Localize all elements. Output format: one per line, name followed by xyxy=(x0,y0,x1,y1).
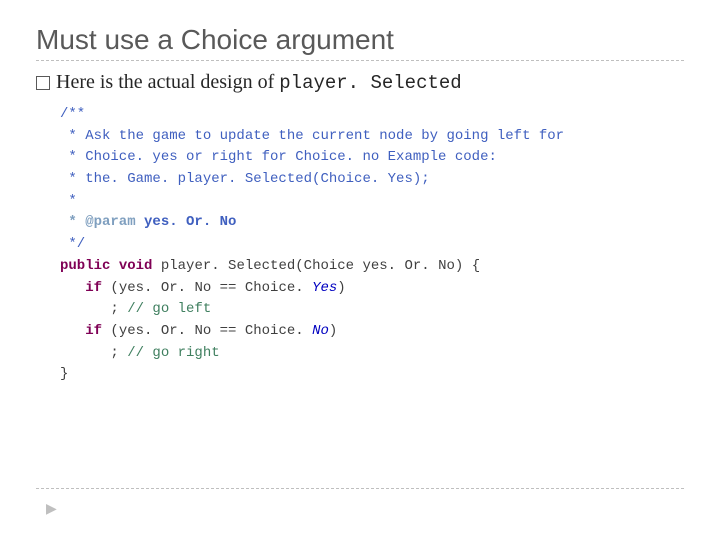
kw-if: if xyxy=(85,323,102,339)
kw-if: if xyxy=(85,280,102,296)
play-icon: ▶ xyxy=(46,500,57,517)
lead-code: player. Selected xyxy=(279,72,461,94)
slide-title: Must use a Choice argument xyxy=(36,24,684,56)
sig-rest: player. Selected(Choice yes. Or. No) { xyxy=(152,258,480,274)
cond1-a: (yes. Or. No == Choice. xyxy=(102,280,312,296)
footer-divider xyxy=(36,488,684,489)
doc-line: * xyxy=(60,193,85,209)
lead-prefix: Here is the actual design of xyxy=(56,71,279,93)
cond2-a: (yes. Or. No == Choice. xyxy=(102,323,312,339)
code-end: } xyxy=(60,366,68,382)
doc-line: /** xyxy=(60,106,85,122)
cond1-close: ) xyxy=(337,280,345,296)
code-block: /** * Ask the game to update the current… xyxy=(60,104,684,386)
const-yes: Yes xyxy=(312,280,337,296)
square-bullet-icon xyxy=(36,76,50,90)
stmt2: ; xyxy=(60,345,127,361)
doc-tag: * @param xyxy=(60,214,136,230)
cond2-close: ) xyxy=(329,323,337,339)
doc-line: */ xyxy=(60,236,85,252)
kw-void: void xyxy=(119,258,153,274)
comment-right: // go right xyxy=(127,345,219,361)
doc-line: * the. Game. player. Selected(Choice. Ye… xyxy=(60,171,430,187)
stmt1: ; xyxy=(60,301,127,317)
kw-public: public xyxy=(60,258,110,274)
title-divider xyxy=(36,60,684,61)
const-no: No xyxy=(312,323,329,339)
doc-line: * Ask the game to update the current nod… xyxy=(60,128,564,144)
bullet-line: Here is the actual design of player. Sel… xyxy=(36,71,684,94)
doc-arg: yes. Or. No xyxy=(136,214,237,230)
lead-text: Here is the actual design of player. Sel… xyxy=(56,71,462,94)
doc-line: * Choice. yes or right for Choice. no Ex… xyxy=(60,149,497,165)
comment-left: // go left xyxy=(127,301,211,317)
